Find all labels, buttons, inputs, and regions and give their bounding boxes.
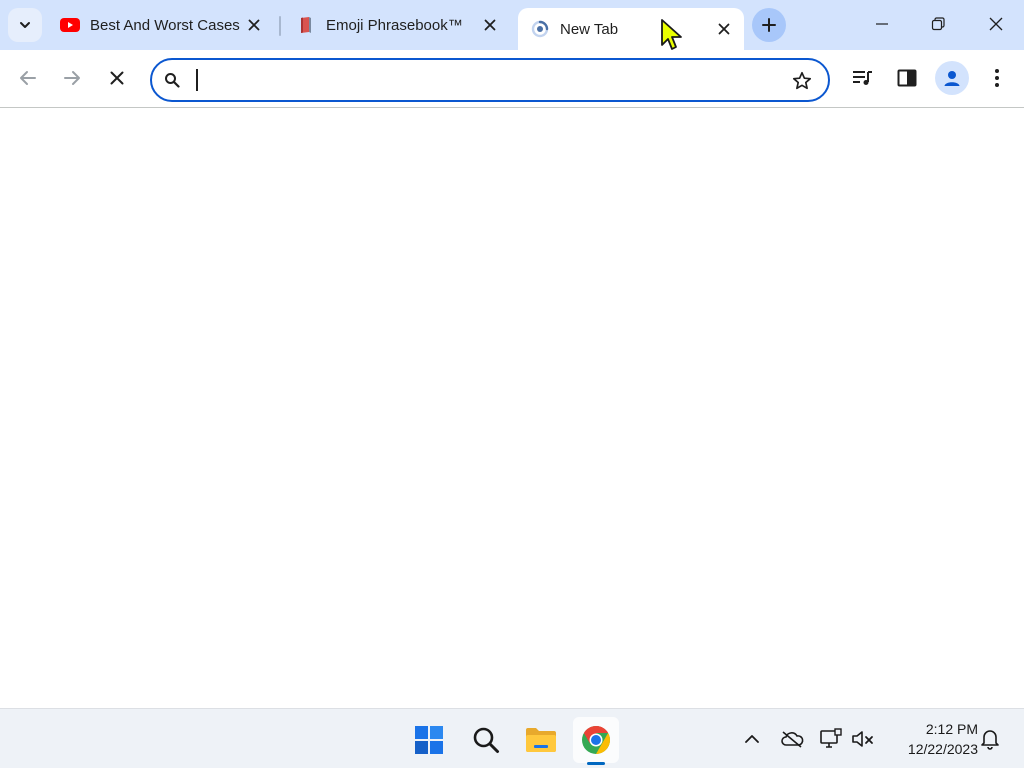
- media-control-icon: [853, 71, 872, 85]
- close-window-button[interactable]: [968, 0, 1024, 48]
- search-icon: [162, 70, 182, 90]
- page-content: [0, 108, 1024, 708]
- back-button[interactable]: [10, 60, 46, 96]
- profile-icon: [944, 71, 960, 86]
- restore-button[interactable]: [910, 0, 966, 48]
- chevron-down-icon: [20, 22, 30, 28]
- minimize-button[interactable]: [854, 0, 910, 48]
- clock-time: 2:12 PM: [925, 721, 978, 737]
- tab-search-button[interactable]: [8, 8, 42, 42]
- plus-icon: [762, 18, 776, 32]
- start-button[interactable]: [406, 717, 452, 763]
- close-tab-icon[interactable]: [480, 15, 500, 35]
- network-tray-button[interactable]: [818, 727, 844, 751]
- side-panel-button[interactable]: [890, 61, 924, 95]
- chrome-icon: [582, 726, 610, 754]
- running-indicator: [587, 762, 605, 765]
- search-icon: [473, 727, 499, 753]
- star-outline-icon: [792, 71, 812, 90]
- network-icon: [820, 728, 842, 748]
- minimize-icon: [876, 23, 888, 25]
- loading-spinner-icon: [530, 19, 550, 39]
- media-control-button[interactable]: [846, 61, 880, 95]
- bookmark-button[interactable]: [790, 69, 814, 93]
- text-caret: [196, 69, 198, 91]
- book-icon: [296, 15, 316, 35]
- tab-title: New Tab: [560, 20, 619, 38]
- arrow-right-icon: [64, 71, 80, 85]
- new-tab-button[interactable]: [752, 8, 786, 42]
- clock-date: 12/22/2023: [907, 741, 978, 757]
- taskbar-search-button[interactable]: [463, 717, 509, 763]
- close-tab-icon[interactable]: [244, 15, 264, 35]
- bell-icon: [981, 730, 999, 750]
- show-hidden-icons-button[interactable]: [739, 727, 765, 751]
- browser-toolbar: [0, 50, 1024, 108]
- windows-start-icon: [415, 726, 443, 754]
- address-input[interactable]: [192, 66, 772, 94]
- close-tab-icon[interactable]: [714, 19, 734, 39]
- taskbar: 2:12 PM 12/22/2023: [0, 708, 1024, 768]
- more-vert-icon: [995, 69, 999, 87]
- tab-new-tab[interactable]: New Tab: [518, 8, 744, 50]
- tab-title: Emoji Phrasebook™: [326, 16, 463, 34]
- side-panel-icon: [897, 69, 917, 87]
- chevron-up-icon: [745, 735, 759, 743]
- tab-strip: Best And Worst Cases Emoji Phrasebook™ N…: [0, 0, 1024, 50]
- arrow-left-icon: [20, 71, 36, 85]
- stop-loading-button[interactable]: [99, 60, 135, 96]
- file-explorer-icon: [526, 728, 556, 752]
- tab-emoji-phrasebook[interactable]: Emoji Phrasebook™: [284, 8, 510, 42]
- volume-tray-button[interactable]: [850, 727, 876, 751]
- notification-button[interactable]: [977, 727, 1003, 751]
- taskbar-clock[interactable]: 2:12 PM 12/22/2023: [884, 719, 978, 759]
- forward-button[interactable]: [54, 60, 90, 96]
- onedrive-icon: [781, 731, 804, 748]
- tab-separator: [279, 16, 281, 36]
- speaker-muted-icon: [852, 731, 873, 747]
- tab-title: Best And Worst Cases: [90, 16, 240, 34]
- chrome-taskbar-button[interactable]: [573, 717, 619, 765]
- address-bar[interactable]: [150, 58, 830, 102]
- tab-youtube[interactable]: Best And Worst Cases: [48, 8, 274, 42]
- restore-icon: [931, 17, 945, 31]
- file-explorer-button[interactable]: [518, 717, 564, 763]
- menu-button[interactable]: [980, 61, 1014, 95]
- onedrive-tray-button[interactable]: [779, 727, 805, 751]
- profile-button[interactable]: [935, 61, 969, 95]
- close-icon: [110, 71, 124, 85]
- close-icon: [989, 17, 1003, 31]
- youtube-icon: [60, 15, 80, 35]
